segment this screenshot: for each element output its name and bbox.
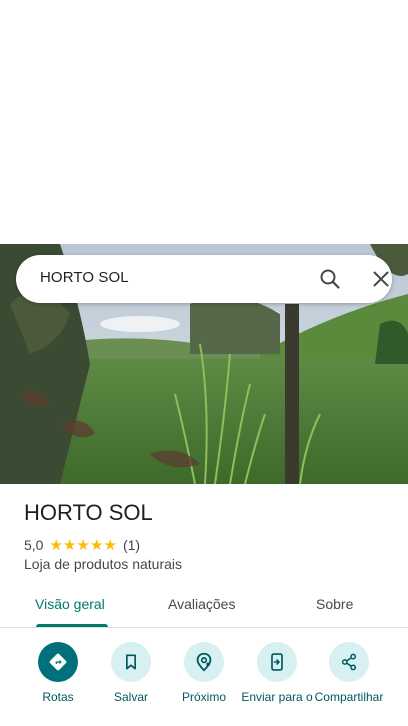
map-area-blank bbox=[0, 0, 408, 244]
star-icon: ★ bbox=[89, 536, 104, 554]
active-tab-indicator bbox=[36, 624, 108, 627]
rating-value: 5,0 bbox=[24, 537, 44, 553]
place-category: Loja de produtos naturais bbox=[24, 556, 182, 572]
review-count[interactable]: (1) bbox=[123, 537, 140, 553]
star-rating: ★ ★ ★ ★ ★ bbox=[49, 538, 117, 553]
search-query[interactable]: HORTO SOL bbox=[40, 269, 129, 286]
tab-overview[interactable]: Visão geral bbox=[35, 596, 105, 612]
directions-label: Rotas bbox=[42, 690, 74, 704]
save-label: Salvar bbox=[113, 690, 148, 704]
share-button[interactable]: Compartilhar bbox=[313, 642, 385, 704]
bookmark-icon bbox=[111, 642, 151, 682]
action-bar: Rotas Salvar Próximo Enviar para o Compa… bbox=[0, 640, 408, 726]
close-icon[interactable] bbox=[369, 267, 393, 291]
place-title: HORTO SOL bbox=[24, 500, 153, 525]
tab-about[interactable]: Sobre bbox=[316, 596, 353, 612]
send-to-phone-button[interactable]: Enviar para o bbox=[241, 642, 313, 704]
send-to-phone-icon bbox=[257, 642, 297, 682]
star-icon: ★ bbox=[103, 536, 117, 554]
star-icon: ★ bbox=[62, 536, 77, 554]
search-bar[interactable]: HORTO SOL bbox=[16, 255, 392, 303]
nearby-label: Próximo bbox=[181, 690, 226, 704]
star-icon: ★ bbox=[76, 536, 90, 554]
share-icon bbox=[329, 642, 369, 682]
directions-button[interactable]: Rotas bbox=[22, 642, 94, 704]
star-icon: ★ bbox=[49, 536, 63, 554]
rating-row[interactable]: 5,0 ★ ★ ★ ★ ★ (1) bbox=[24, 536, 140, 554]
tab-reviews[interactable]: Avaliações bbox=[168, 596, 235, 612]
share-label: Compartilhar bbox=[314, 690, 384, 704]
directions-icon bbox=[38, 642, 78, 682]
search-icon[interactable] bbox=[318, 267, 342, 291]
save-button[interactable]: Salvar bbox=[95, 642, 167, 704]
nearby-icon bbox=[184, 642, 224, 682]
tab-bar: Visão geral Avaliações Sobre bbox=[0, 588, 408, 628]
nearby-button[interactable]: Próximo bbox=[168, 642, 240, 704]
send-to-phone-label: Enviar para o bbox=[241, 690, 313, 704]
